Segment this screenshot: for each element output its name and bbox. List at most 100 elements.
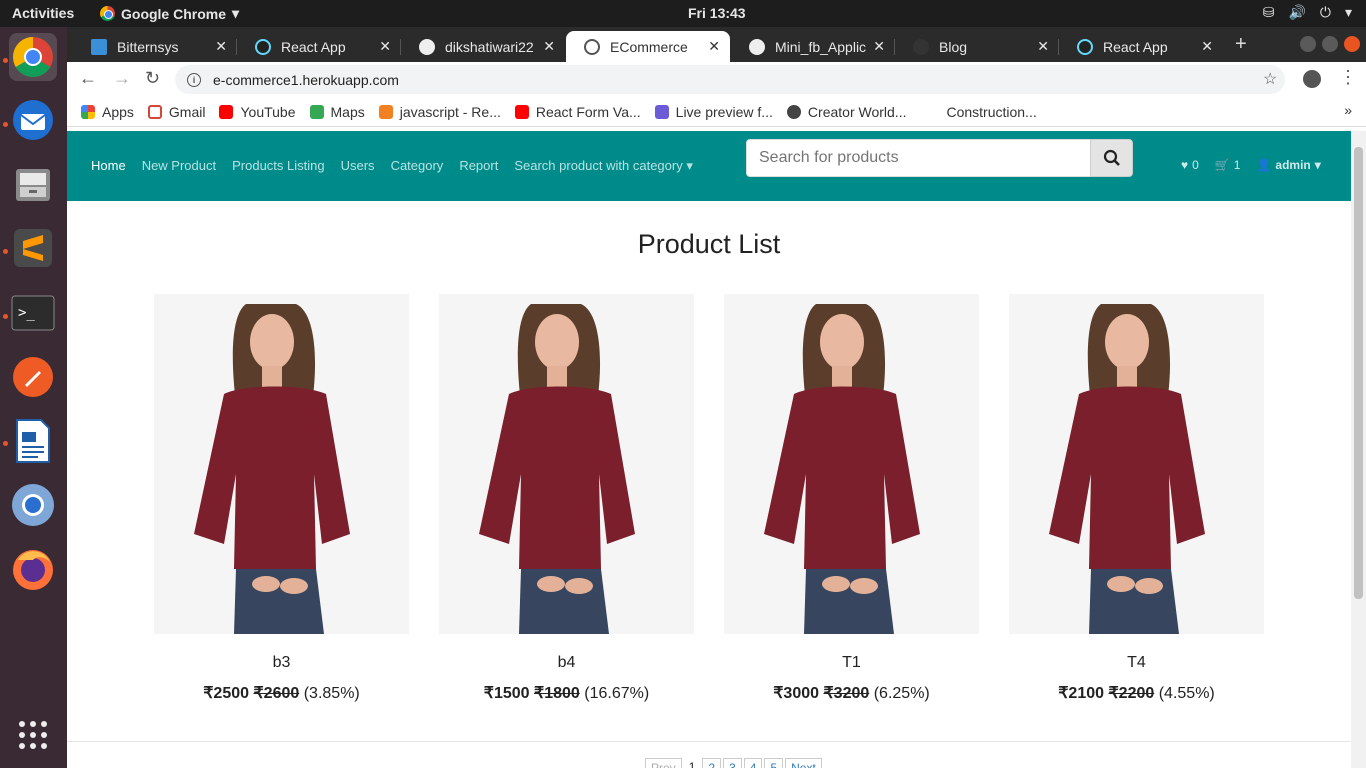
close-icon[interactable]: ✕ — [1201, 38, 1213, 55]
pagination-next[interactable]: Next — [785, 758, 822, 768]
product-card[interactable]: T4 ₹2100 ₹2200 (4.55%) — [1009, 294, 1264, 703]
dock-writer[interactable] — [9, 417, 57, 465]
nav-search-by-category[interactable]: Search product with category ▾ — [514, 158, 693, 174]
show-applications-button[interactable] — [9, 711, 57, 759]
bookmark-star-icon[interactable]: ☆ — [1263, 69, 1277, 89]
tab-bitternsys[interactable]: Bitternsys ✕ — [73, 31, 237, 62]
close-icon[interactable]: ✕ — [215, 38, 227, 55]
nav-new-product[interactable]: New Product — [142, 158, 216, 174]
original-price: ₹2200 — [1108, 685, 1155, 702]
pagination-page[interactable]: 5 — [764, 758, 784, 768]
profile-avatar-icon[interactable] — [1303, 70, 1321, 88]
product-card[interactable]: b3 ₹2500 ₹2600 (3.85%) — [154, 294, 409, 703]
tab-react-app-2[interactable]: React App ✕ — [1059, 31, 1223, 62]
bookmark-creator-world[interactable]: Creator World... — [786, 104, 906, 120]
system-tray[interactable]: ⛁ 🔊 ⏻ ▾ — [1263, 4, 1352, 21]
product-image[interactable] — [154, 294, 409, 634]
search-button[interactable] — [1090, 139, 1133, 177]
preview-icon — [654, 104, 669, 119]
running-indicator — [3, 441, 8, 446]
tab-react-app[interactable]: React App ✕ — [237, 31, 401, 62]
app-menu[interactable]: Google Chrome ▾ — [100, 5, 239, 22]
power-icon: ⏻ — [1319, 4, 1331, 20]
product-name: b3 — [272, 654, 291, 671]
bookmark-live-preview[interactable]: Live preview f... — [654, 104, 773, 120]
close-icon[interactable]: ✕ — [543, 38, 555, 55]
menu-kebab-icon[interactable]: ⋮ — [1339, 67, 1357, 88]
nav-category[interactable]: Category — [391, 158, 444, 174]
bookmark-maps[interactable]: Maps — [309, 104, 365, 120]
tab-ecommerce[interactable]: ECommerce ✕ — [566, 31, 730, 62]
dock-files[interactable] — [9, 160, 57, 208]
discount: (4.55%) — [1158, 685, 1215, 702]
svg-text:>_: >_ — [18, 305, 35, 321]
close-icon[interactable]: ✕ — [1037, 38, 1049, 55]
page-scrollbar[interactable] — [1351, 131, 1366, 768]
page-viewport: Home New Product Products Listing Users … — [67, 131, 1351, 768]
wishlist-link[interactable]: ♥ 0 — [1181, 158, 1199, 172]
bookmark-javascript[interactable]: javascript - Re... — [378, 104, 501, 120]
address-bar[interactable]: i e-commerce1.herokuapp.com — [175, 65, 1285, 94]
terminal-icon: >_ — [11, 295, 55, 331]
maximize-button[interactable] — [1322, 36, 1338, 52]
pagination-page[interactable]: 2 — [702, 758, 722, 768]
pagination-page[interactable]: 4 — [743, 758, 763, 768]
reload-button[interactable]: ↻ — [145, 68, 160, 89]
nav-users[interactable]: Users — [341, 158, 375, 174]
dock-thunderbird[interactable] — [9, 96, 57, 144]
dock-terminal[interactable]: >_ — [9, 289, 57, 337]
tab-mini-fb[interactable]: Mini_fb_Applic ✕ — [731, 31, 895, 62]
minimize-button[interactable] — [1300, 36, 1316, 52]
cart-link[interactable]: 🛒 1 — [1215, 158, 1241, 172]
site-navbar: Home New Product Products Listing Users … — [67, 131, 1351, 201]
dock-postman[interactable] — [9, 353, 57, 401]
product-name: b4 — [557, 654, 576, 671]
bookmark-apps[interactable]: Apps — [81, 104, 134, 120]
back-button[interactable]: ← — [79, 68, 97, 89]
close-icon[interactable]: ✕ — [873, 38, 885, 55]
nav-home[interactable]: Home — [91, 158, 126, 174]
bookmark-react-form[interactable]: React Form Va... — [514, 104, 641, 120]
product-card[interactable]: T1 ₹3000 ₹3200 (6.25%) — [724, 294, 979, 703]
model-photo — [724, 294, 979, 634]
globe-icon — [584, 38, 600, 55]
dock-firefox[interactable] — [9, 545, 57, 593]
close-icon[interactable]: ✕ — [708, 38, 720, 55]
more-bookmarks-icon[interactable]: » — [1344, 102, 1352, 118]
bookmark-youtube[interactable]: YouTube — [219, 104, 296, 120]
pagination-prev[interactable]: Prev — [645, 758, 682, 768]
tab-github-dikshatiwari[interactable]: dikshatiwari22 ✕ — [401, 31, 565, 62]
forward-button[interactable]: → — [113, 68, 131, 89]
activities-button[interactable]: Activities — [12, 5, 74, 21]
chromium-icon — [12, 484, 54, 526]
dock-chromium[interactable] — [9, 481, 57, 529]
product-image[interactable] — [724, 294, 979, 634]
pagination-page[interactable]: 1 — [684, 758, 701, 768]
info-icon[interactable]: i — [187, 72, 201, 87]
nav-products-listing[interactable]: Products Listing — [232, 158, 325, 174]
discount: (3.85%) — [303, 685, 360, 702]
browser-toolbar: ← → ↻ i e-commerce1.herokuapp.com ☆ ⋮ — [67, 62, 1366, 97]
youtube-icon — [514, 104, 529, 119]
nav-report[interactable]: Report — [459, 158, 498, 174]
clock[interactable]: Fri 13:43 — [688, 5, 746, 21]
product-card[interactable]: b4 ₹1500 ₹1800 (16.67%) — [439, 294, 694, 703]
dock-sublime[interactable] — [9, 224, 57, 272]
product-image[interactable] — [1009, 294, 1264, 634]
product-image[interactable] — [439, 294, 694, 634]
product-price: ₹2100 ₹2200 (4.55%) — [1058, 685, 1215, 702]
new-tab-button[interactable]: + — [1235, 33, 1247, 56]
bookmark-gmail[interactable]: Gmail — [147, 104, 205, 120]
dock-chrome[interactable] — [9, 33, 57, 81]
close-icon[interactable]: ✕ — [379, 38, 391, 55]
pagination-page[interactable]: 3 — [723, 758, 742, 768]
user-menu[interactable]: 👤 admin ▾ — [1256, 158, 1320, 172]
tab-blog[interactable]: Blog ✕ — [895, 31, 1059, 62]
search-input[interactable] — [746, 139, 1091, 177]
product-name: T1 — [842, 654, 861, 671]
scrollbar-thumb[interactable] — [1354, 147, 1363, 599]
bookmark-construction[interactable]: Construction... — [946, 104, 1036, 120]
close-window-button[interactable] — [1344, 36, 1360, 52]
youtube-icon — [219, 104, 234, 119]
react-icon — [255, 38, 271, 55]
